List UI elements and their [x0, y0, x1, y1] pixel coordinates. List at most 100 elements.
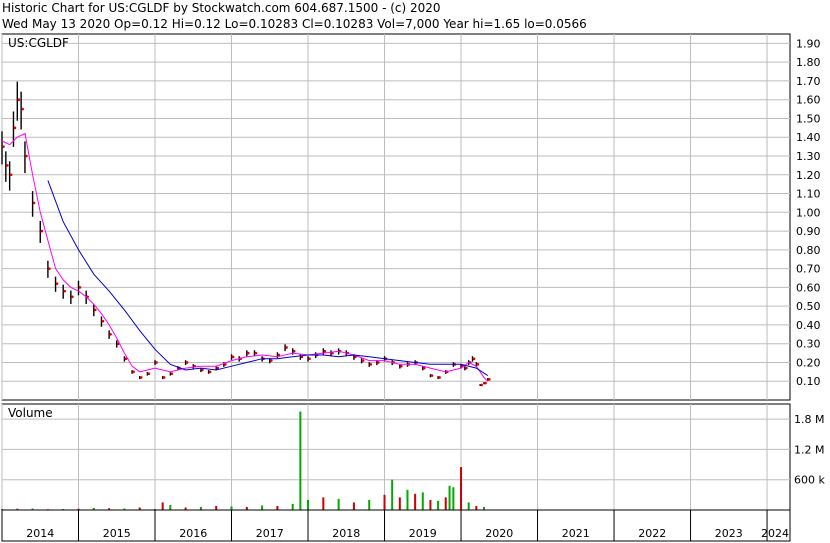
price-point [132, 370, 135, 374]
volume-bar [414, 493, 417, 510]
price-y-tick-label: 1.70 [796, 75, 821, 88]
volume-y-tick-label: 1.2 M [794, 443, 824, 456]
price-y-tick-label: 1.10 [796, 188, 821, 201]
price-point [17, 98, 21, 101]
price-point [71, 295, 74, 299]
price-point [40, 229, 44, 233]
volume-bar [215, 505, 218, 510]
volume-label: Volume [8, 406, 53, 420]
price-point [269, 359, 273, 362]
price-point [285, 346, 288, 349]
price-y-tick-label: 1.50 [796, 112, 821, 125]
price-point [55, 282, 59, 285]
price-point [63, 289, 67, 293]
price-point [292, 349, 296, 353]
volume-bar [261, 505, 264, 510]
price-y-tick-label: 0.60 [796, 281, 821, 294]
price-point [438, 376, 441, 379]
price-y-tick-label: 0.80 [796, 244, 821, 257]
price-point [472, 357, 476, 361]
x-axis-year-label: 2016 [179, 527, 207, 540]
volume-bar [368, 499, 371, 510]
x-axis-year-label: 2018 [332, 527, 360, 540]
volume-bar [398, 497, 401, 510]
price-point [9, 173, 13, 177]
price-y-tick-label: 1.40 [796, 131, 821, 144]
x-axis: 2014 2015 2016 2017 2018 2019 2020 2021 2022 2023… [1, 509, 791, 542]
volume-bar [421, 492, 424, 510]
price-point [361, 359, 365, 362]
price-point [476, 363, 480, 366]
price-point [13, 126, 17, 130]
volume-y-tick-label: 600 k [794, 474, 825, 487]
volume-bar [437, 500, 440, 510]
x-axis-year-label: 2023 [715, 527, 743, 540]
volume-bar [475, 505, 478, 510]
volume-y-tick-label: 1.8 M [794, 413, 824, 426]
x-axis-year-label: 2014 [26, 527, 54, 540]
x-axis-year-label: 2015 [103, 527, 131, 540]
price-y-tick-label: 0.70 [796, 263, 821, 276]
volume-panel: 1.8 M 1.2 M 600 k Volume [1, 403, 825, 511]
price-point [488, 378, 491, 381]
price-point [323, 349, 327, 353]
price-point [162, 376, 166, 379]
volume-bar [299, 411, 302, 510]
chart-canvas: 1.90 1.80 1.70 1.60 1.50 1.40 1.30 1.20 1.10 1.00… [1, 33, 825, 542]
price-point [185, 361, 189, 364]
volume-bar [276, 505, 279, 510]
price-point [247, 351, 250, 355]
x-axis-year-label: 2021 [562, 527, 590, 540]
price-point [48, 267, 51, 270]
x-axis-year-label: 2017 [256, 527, 284, 540]
price-point [308, 357, 311, 361]
volume-bar [444, 497, 447, 510]
price-y-tick-label: 0.20 [796, 356, 821, 369]
volume-bar [307, 499, 310, 510]
price-y-tick-label: 0.90 [796, 225, 821, 238]
volume-bar [352, 502, 355, 510]
volume-bar [467, 502, 470, 510]
price-point [201, 368, 204, 372]
price-y-tick-label: 1.60 [796, 94, 821, 107]
price-point [231, 355, 235, 359]
volume-bar [337, 498, 340, 510]
volume-bar [391, 479, 394, 510]
volume-bar [406, 489, 409, 510]
price-point [21, 107, 24, 111]
price-point [155, 361, 158, 364]
price-y-tick-label: 1.20 [796, 169, 821, 182]
volume-bar [169, 504, 172, 510]
x-axis-year-label: 2024 [761, 527, 789, 540]
price-point [109, 333, 112, 336]
x-axis-year-label: 2019 [409, 527, 437, 540]
price-point [465, 366, 468, 370]
volume-bar [230, 506, 233, 510]
price-point [480, 383, 483, 387]
price-y-tick-label: 0.10 [796, 375, 821, 388]
price-panel: 1.90 1.80 1.70 1.60 1.50 1.40 1.30 1.20 1.10 1.00… [1, 33, 821, 401]
volume-bar [460, 467, 463, 510]
price-point [369, 363, 373, 366]
price-point [400, 364, 403, 368]
volume-bar [322, 497, 325, 510]
price-point [2, 145, 5, 148]
volume-bar [291, 503, 294, 510]
price-point [139, 376, 143, 379]
price-y-tick-label: 0.50 [796, 300, 821, 313]
price-y-tick-label: 1.90 [796, 37, 821, 50]
ticker-label: US:CGLDF [8, 36, 69, 50]
price-point [377, 361, 380, 364]
volume-bar [383, 494, 386, 510]
price-point [208, 370, 212, 374]
price-y-tick-label: 0.40 [796, 319, 821, 332]
price-point [6, 164, 9, 167]
price-point [94, 308, 97, 312]
price-point [170, 372, 174, 376]
volume-bar [429, 499, 432, 510]
price-point [430, 374, 434, 377]
x-axis-year-label: 2022 [638, 527, 666, 540]
price-point [101, 319, 105, 323]
price-y-tick-label: 1.80 [796, 56, 821, 69]
x-axis-year-label: 2020 [485, 527, 513, 540]
